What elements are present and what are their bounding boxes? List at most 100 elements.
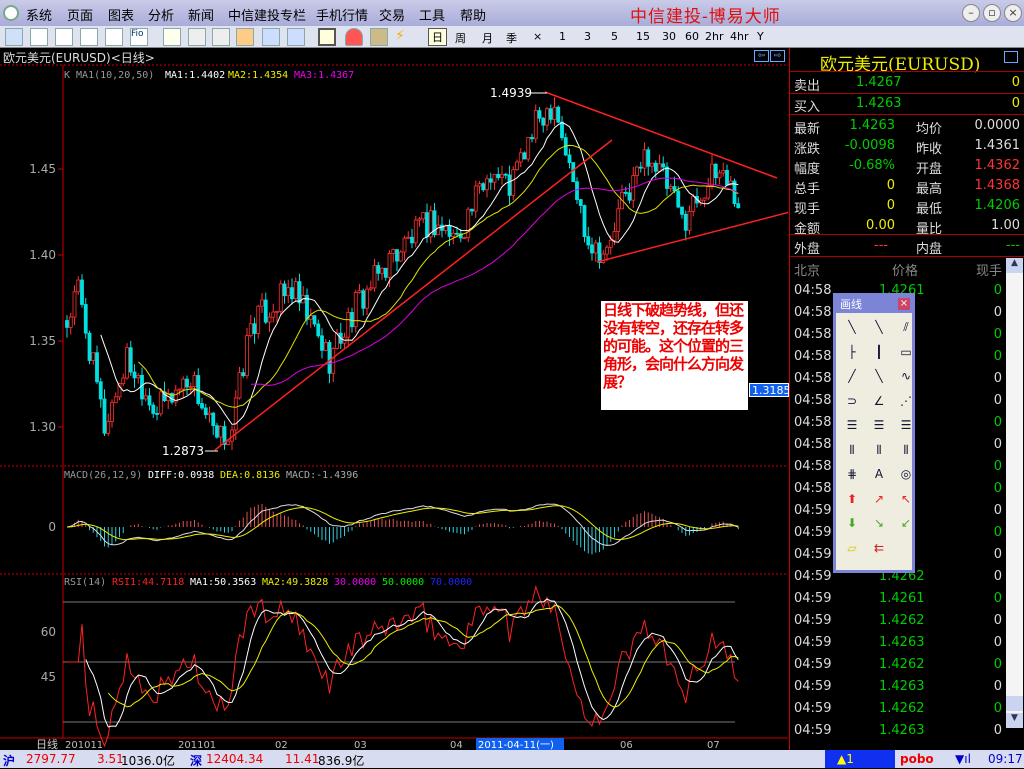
menu-item[interactable]: 图表 <box>108 5 134 24</box>
menu-item[interactable]: 帮助 <box>460 5 486 24</box>
period-button[interactable]: 30 <box>662 30 676 43</box>
select-icon[interactable] <box>236 28 254 46</box>
alert-indicator[interactable]: ▲1 <box>825 750 895 768</box>
candle-up <box>372 265 377 289</box>
candle-chart-icon[interactable] <box>55 28 73 46</box>
arrow-down-left-tool-icon[interactable]: ↙ <box>896 516 916 532</box>
tick-scrollbar[interactable]: ▲ ▼ <box>1006 258 1023 728</box>
arrow-up-tool-icon[interactable]: ⬆ <box>842 492 862 508</box>
line-chart-icon[interactable] <box>30 28 48 46</box>
parallel-lines-tool-icon[interactable]: ⫽ <box>896 320 916 336</box>
speed-lines-tool-icon[interactable]: ⦀ <box>896 443 916 459</box>
arc-tool-icon[interactable]: ⊃ <box>842 394 862 410</box>
export-icon[interactable] <box>262 28 280 46</box>
menu-item[interactable]: 中信建投专栏 <box>228 5 306 24</box>
horizontal-line-tool-icon[interactable]: ├ <box>842 345 862 361</box>
arrow-up-right-tool-icon[interactable]: ↗ <box>869 492 889 508</box>
candle-down <box>481 183 486 191</box>
brand-label: pobo <box>900 752 934 766</box>
delete-all-tool-icon[interactable]: ⇇ <box>869 541 889 557</box>
period-button[interactable]: 3 <box>584 30 591 43</box>
period-button[interactable]: 周 <box>455 30 466 46</box>
quote-label: 昨收 <box>916 142 943 157</box>
candle-down <box>132 371 137 379</box>
import-icon[interactable] <box>287 28 305 46</box>
eraser-tool-icon[interactable]: ▱ <box>842 541 862 557</box>
fan-tool-icon[interactable]: ⋰ <box>896 394 916 410</box>
menu-item[interactable]: 系统 <box>26 5 52 24</box>
trendline[interactable] <box>596 211 788 263</box>
period-button[interactable]: 日 <box>428 28 447 46</box>
restore-button[interactable]: ▫ <box>983 4 1001 22</box>
period-button[interactable]: 月 <box>482 30 493 46</box>
scroll-down-button[interactable]: ▼ <box>1006 713 1023 728</box>
menu-item[interactable]: 新闻 <box>188 5 214 24</box>
drawing-toolbox-close-button[interactable]: × <box>898 298 910 310</box>
candle-down <box>725 170 729 186</box>
menu-item[interactable]: 交易 <box>379 5 405 24</box>
back-icon[interactable] <box>5 28 23 46</box>
time-header: 北京 <box>794 264 821 279</box>
sh-index-label: 沪 <box>3 754 16 768</box>
menu-item[interactable]: 手机行情 <box>316 5 368 24</box>
period-button[interactable]: 60 <box>685 30 699 43</box>
maximize-panel-button[interactable] <box>1004 51 1018 63</box>
candle-up <box>136 374 141 379</box>
app-logo-icon[interactable] <box>3 5 19 21</box>
text-tool-icon[interactable]: A <box>869 467 889 483</box>
line-tool-icon[interactable]: ╲ <box>842 320 862 336</box>
zoom-out-icon[interactable] <box>212 28 230 46</box>
users-icon[interactable] <box>370 28 388 46</box>
rectangle-tool-icon[interactable]: ▭ <box>896 345 916 361</box>
angle-tool-icon[interactable]: ∠ <box>869 394 889 410</box>
arrow-up-left-tool-icon[interactable]: ↖ <box>896 492 916 508</box>
menu-item[interactable]: 页面 <box>67 5 93 24</box>
f10-icon[interactable]: Fio <box>130 28 148 46</box>
minimize-button[interactable]: – <box>962 4 980 22</box>
drawing-toolbox-titlebar[interactable]: 画线 × <box>836 296 912 313</box>
percent-lines-tool-icon[interactable]: ☰ <box>869 418 889 434</box>
tick-price: 1.4263 <box>879 679 925 694</box>
period-button[interactable]: Y <box>757 30 764 43</box>
vertical-line-tool-icon[interactable]: ┃ <box>869 345 889 361</box>
refresh-icon[interactable] <box>163 28 181 46</box>
segment-tool-icon[interactable]: ╲ <box>869 320 889 336</box>
list-icon[interactable] <box>80 28 98 46</box>
fib-lines-tool-icon[interactable]: ☰ <box>896 418 916 434</box>
sine-wave-tool-icon[interactable]: ∿ <box>896 369 916 385</box>
period-button[interactable]: × <box>533 30 542 43</box>
annotation-textbox[interactable]: 日线下破趋势线，但还没有转空，还存在转多的可能。这个位置的三角形，会向什么方向发… <box>601 301 748 410</box>
period-button[interactable]: 4hr <box>730 30 749 43</box>
lightning-icon[interactable]: ⚡ <box>395 28 413 46</box>
candle-up <box>500 173 504 179</box>
candle-down <box>383 267 388 278</box>
gann-lines-tool-icon[interactable]: ☰ <box>842 418 862 434</box>
cycle-lines-tool-icon[interactable]: ⦀ <box>842 443 862 459</box>
period-button[interactable]: 2hr <box>705 30 724 43</box>
close-button[interactable]: × <box>1004 4 1022 22</box>
ray-down-tool-icon[interactable]: ╲ <box>869 369 889 385</box>
report-icon[interactable] <box>105 28 123 46</box>
scroll-thumb[interactable] <box>1006 696 1023 711</box>
candle-down <box>361 290 366 309</box>
alarm-bell-icon[interactable] <box>345 28 363 46</box>
period-lines-tool-icon[interactable]: ⦀ <box>869 443 889 459</box>
period-button[interactable]: 15 <box>636 30 650 43</box>
price-tick: 1.45 <box>29 162 56 176</box>
period-button[interactable]: 5 <box>611 30 618 43</box>
period-button[interactable]: 季 <box>506 30 517 46</box>
scroll-up-button[interactable]: ▲ <box>1006 258 1023 273</box>
gann-circle-tool-icon[interactable]: ◎ <box>896 467 916 483</box>
candle-down <box>252 323 257 334</box>
period-button[interactable]: 1 <box>559 30 566 43</box>
draw-line-icon[interactable] <box>318 28 336 46</box>
andrews-pitchfork-tool-icon[interactable]: ⋕ <box>842 467 862 483</box>
menu-item[interactable]: 工具 <box>419 5 445 24</box>
tick-time: 04:59 <box>794 679 832 694</box>
arrow-down-tool-icon[interactable]: ⬇ <box>842 516 862 532</box>
menu-item[interactable]: 分析 <box>148 5 174 24</box>
arrow-down-right-tool-icon[interactable]: ↘ <box>869 516 889 532</box>
trendline[interactable] <box>214 139 613 451</box>
ray-up-tool-icon[interactable]: ╱ <box>842 369 862 385</box>
zoom-in-icon[interactable] <box>188 28 206 46</box>
